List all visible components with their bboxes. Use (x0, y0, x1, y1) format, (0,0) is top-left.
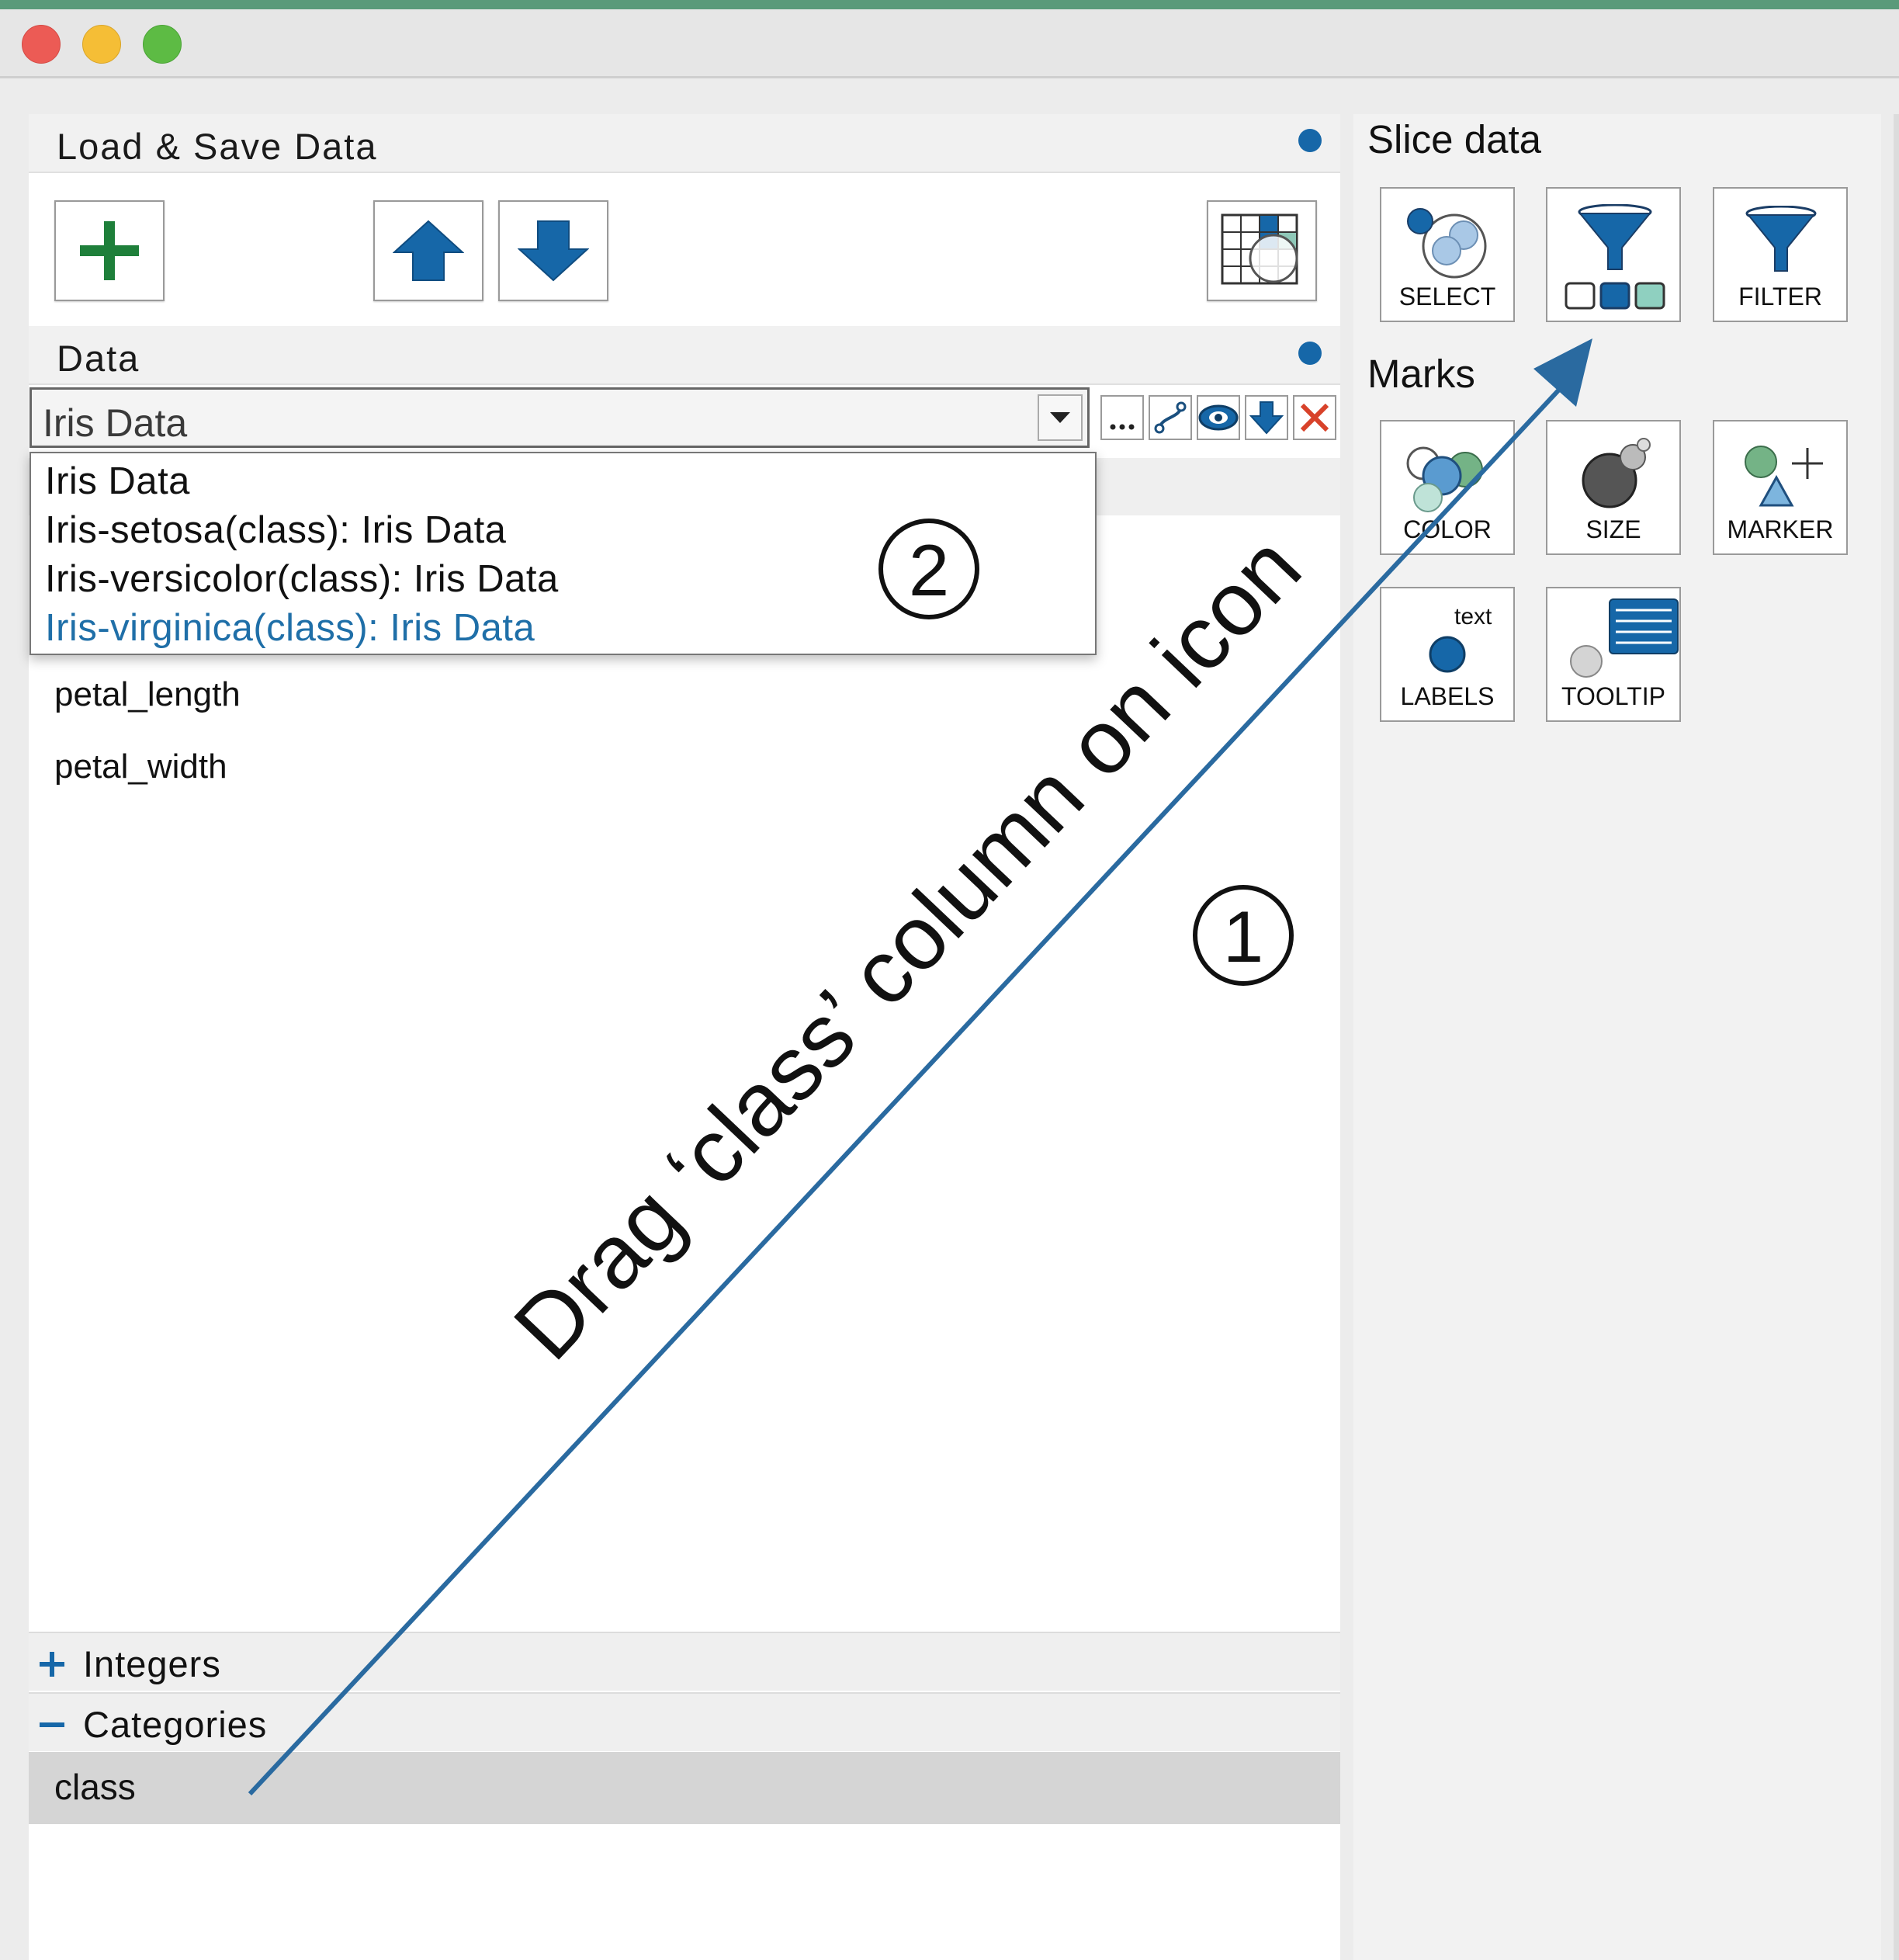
tooltip-tile-label: TOOLTIP (1561, 682, 1665, 710)
field-item[interactable]: petal_width (54, 748, 227, 786)
add-data-button[interactable] (54, 200, 165, 301)
collapse-minus-icon[interactable] (38, 1711, 66, 1739)
filter-tile[interactable]: FILTER (1713, 187, 1848, 322)
status-dot (1298, 129, 1322, 152)
dataset-dropdown-list: Iris Data Iris-setosa(class): Iris Data … (29, 452, 1097, 655)
size-tile-label: SIZE (1585, 515, 1641, 543)
minimize-window-button[interactable] (82, 25, 121, 64)
load-save-title: Load & Save Data (57, 126, 378, 167)
download-button[interactable] (498, 200, 608, 301)
status-dot (1298, 342, 1322, 365)
dropdown-option-selected[interactable]: Iris-virginica(class): Iris Data (45, 606, 535, 650)
filter-tile-label: FILTER (1738, 283, 1822, 310)
table-magnifier-icon (1221, 213, 1298, 285)
upload-button[interactable] (373, 200, 483, 301)
plus-icon (80, 221, 139, 280)
window-top-strip (0, 0, 1899, 9)
dataset-select[interactable]: Iris Data (29, 387, 1090, 448)
size-tile[interactable]: SIZE (1546, 420, 1681, 555)
load-save-header: Load & Save Data (29, 114, 1340, 173)
category-column-item[interactable]: class (29, 1752, 1340, 1824)
dataset-dropdown-toggle[interactable] (1038, 394, 1083, 441)
funnel-split-icon (1565, 204, 1665, 310)
view-data-button[interactable] (1197, 395, 1240, 440)
select-tile-label: SELECT (1398, 283, 1496, 310)
dataset-select-value: Iris Data (43, 401, 188, 445)
link-data-button[interactable] (1149, 395, 1192, 440)
color-tile-label: COLOR (1403, 515, 1492, 543)
marker-tile[interactable]: MARKER (1713, 420, 1848, 555)
slice-data-title: Slice data (1367, 117, 1541, 161)
close-window-button[interactable] (22, 25, 61, 64)
dropdown-option[interactable]: Iris Data (45, 460, 190, 503)
labels-tile[interactable]: text LABELS (1380, 587, 1515, 722)
select-tile[interactable]: SELECT (1380, 187, 1515, 322)
marker-shapes-icon (1745, 446, 1823, 507)
caret-down-icon (1050, 412, 1070, 423)
marks-title: Marks (1367, 352, 1475, 396)
select-circles-icon (1407, 208, 1487, 279)
more-options-button[interactable] (1100, 395, 1144, 440)
data-header: Data (29, 326, 1340, 385)
split-by-category-tile[interactable] (1546, 187, 1681, 322)
labels-sample-text: text (1454, 604, 1492, 630)
data-title: Data (57, 338, 140, 379)
categories-group-header[interactable]: Categories (29, 1692, 1340, 1751)
field-item[interactable]: petal_length (54, 675, 241, 714)
dropdown-option[interactable]: Iris-setosa(class): Iris Data (45, 508, 506, 552)
marker-tile-label: MARKER (1727, 515, 1834, 543)
category-column-label: class (54, 1767, 136, 1807)
color-circles-icon (1406, 446, 1483, 512)
curve-link-icon (1154, 401, 1187, 434)
export-data-button[interactable] (1245, 395, 1288, 440)
arrow-down-icon (1249, 401, 1284, 435)
labels-tile-label: LABELS (1400, 682, 1495, 710)
size-circles-icon (1582, 438, 1651, 508)
zoom-window-button[interactable] (143, 25, 182, 64)
data-table-view-button[interactable] (1207, 200, 1317, 301)
categories-group-label: Categories (83, 1704, 268, 1745)
integers-group-header[interactable]: Integers (29, 1632, 1340, 1691)
ellipsis-icon (1110, 424, 1135, 430)
expand-plus-icon[interactable] (38, 1650, 66, 1678)
title-bar (0, 9, 1899, 78)
eye-icon (1198, 404, 1239, 431)
color-tile[interactable]: COLOR (1380, 420, 1515, 555)
tooltip-icon (1570, 598, 1679, 678)
arrow-up-icon (393, 220, 464, 281)
tooltip-tile[interactable]: TOOLTIP (1546, 587, 1681, 722)
delete-data-button[interactable] (1293, 395, 1336, 440)
integers-group-label: Integers (83, 1643, 221, 1684)
close-icon (1300, 403, 1329, 432)
dropdown-option[interactable]: Iris-versicolor(class): Iris Data (45, 557, 559, 601)
panel-scroll-edge (1894, 114, 1899, 1960)
label-dot-icon (1429, 636, 1466, 673)
funnel-icon (1745, 206, 1817, 272)
arrow-down-icon (518, 220, 589, 282)
